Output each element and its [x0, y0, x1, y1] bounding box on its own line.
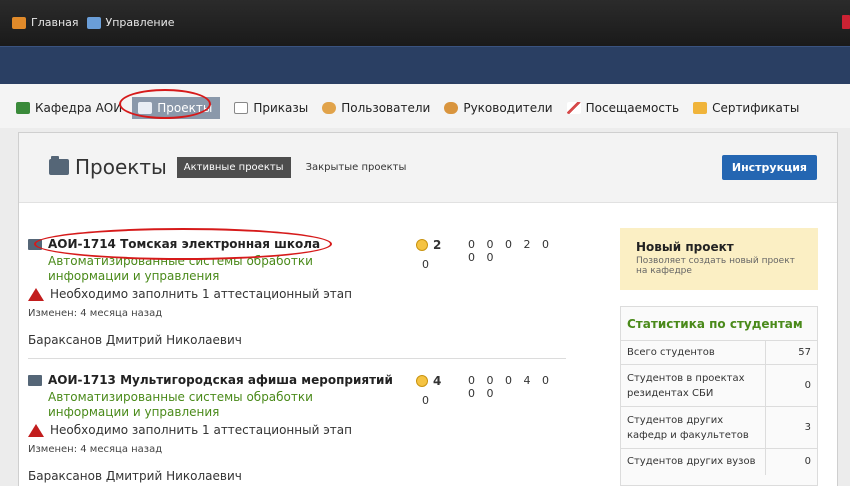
project-counters: 0 0 0 4 0 0 0	[468, 374, 553, 400]
project-warning: Необходимо заполнить 1 аттестационный эт…	[50, 423, 352, 437]
student-stats: Статистика по студентам Всего студентов …	[620, 306, 818, 486]
home-icon	[12, 16, 26, 29]
settings-icon	[86, 16, 101, 29]
logout-icon[interactable]	[842, 15, 850, 29]
menu-item-projects[interactable]: Проекты	[132, 97, 221, 119]
stat-value: 57	[764, 340, 817, 365]
folder-icon	[28, 374, 42, 386]
table-row: Всего студентов 57	[621, 340, 817, 365]
project-title[interactable]: АОИ-1714 Томская электронная школа	[48, 237, 320, 251]
menu-label: Пользователи	[341, 101, 431, 115]
table-row: Студентов других вузов 0	[621, 448, 817, 475]
project-changed: Изменен: 4 месяца назад	[28, 308, 163, 319]
stat-label: Всего студентов	[621, 340, 765, 365]
instruction-button[interactable]: Инструкция	[721, 155, 817, 180]
menu-label: Сертификаты	[712, 101, 800, 115]
stats-table: Всего студентов 57 Студентов в проектах …	[621, 340, 817, 475]
project-category: Автоматизированные системы обработки инф…	[48, 254, 313, 283]
warning-icon	[28, 423, 44, 437]
department-icon	[16, 102, 30, 114]
attendance-chart-icon	[566, 102, 581, 114]
smiley-icon	[416, 239, 428, 251]
nav-management-label: Управление	[105, 16, 175, 29]
top-nav: Главная Управление	[12, 16, 183, 29]
tab-active-projects[interactable]: Активные проекты	[176, 156, 291, 178]
folder-icon	[49, 156, 69, 175]
top-navigation-bar: Главная Управление	[0, 0, 850, 46]
warning-icon	[28, 287, 44, 301]
project-changed: Изменен: 4 месяца назад	[28, 444, 163, 455]
menu-item-supervisors[interactable]: Руководители	[444, 97, 553, 119]
smile-count: 4	[433, 374, 442, 388]
project-warning: Необходимо заполнить 1 аттестационный эт…	[50, 287, 352, 301]
stat-label: Студентов других вузов	[621, 448, 765, 475]
certificate-icon	[693, 102, 708, 114]
project-title[interactable]: АОИ-1713 Мультигородская афиша мероприят…	[48, 373, 393, 387]
participants-count: 2	[416, 238, 441, 252]
menu-item-orders[interactable]: Приказы	[234, 97, 308, 119]
project-item: АОИ-1714 Томская электронная школа Автом…	[28, 236, 558, 347]
stat-value: 0	[764, 364, 817, 407]
menu-label: Проекты	[157, 101, 213, 115]
stat-label: Студентов в проектах резидентах СБИ	[621, 364, 765, 407]
menu-item-department[interactable]: Кафедра АОИ	[16, 97, 122, 119]
table-row: Студентов других кафедр и факультетов 3	[621, 406, 817, 449]
nav-home-label: Главная	[31, 16, 79, 29]
table-row: Студентов в проектах резидентах СБИ 0	[621, 364, 817, 407]
smile-count: 2	[433, 238, 442, 252]
menu-item-certificates[interactable]: Сертификаты	[693, 97, 799, 119]
new-project-description: Позволяет создать новый проект на кафедр…	[636, 256, 795, 276]
nav-home[interactable]: Главная	[12, 16, 79, 29]
smiley-icon	[416, 375, 428, 387]
tab-closed-projects[interactable]: Закрытые проекты	[299, 157, 414, 178]
stat-value: 0	[764, 448, 817, 475]
stat-value: 3	[764, 406, 817, 449]
document-icon	[234, 102, 249, 114]
project-author[interactable]: Бараксанов Дмитрий Николаевич	[28, 469, 558, 483]
panel-header: Проекты Активные проекты Закрытые проект…	[19, 133, 837, 203]
menu-item-attendance[interactable]: Посещаемость	[566, 97, 680, 119]
menu-label: Посещаемость	[585, 101, 680, 115]
secondary-count: 0	[422, 394, 429, 407]
menu-label: Руководители	[463, 101, 553, 115]
stats-title: Статистика по студентам	[627, 317, 803, 331]
menu-label: Приказы	[253, 101, 309, 115]
supervisors-icon	[444, 102, 459, 114]
stat-label: Студентов других кафедр и факультетов	[621, 406, 765, 449]
new-project-title: Новый проект	[636, 240, 734, 254]
project-divider	[28, 358, 566, 359]
project-author[interactable]: Бараксанов Дмитрий Николаевич	[28, 333, 558, 347]
menu-label: Кафедра АОИ	[35, 101, 123, 115]
project-category: Автоматизированные системы обработки инф…	[48, 390, 313, 419]
new-project-button[interactable]: Новый проект Позволяет создать новый про…	[620, 228, 818, 290]
menu-item-users[interactable]: Пользователи	[322, 97, 430, 119]
project-counters: 0 0 0 2 0 0 0	[468, 238, 553, 264]
main-menu: Кафедра АОИ Проекты Приказы Пользователи…	[0, 84, 850, 128]
participants-count: 4	[416, 374, 441, 388]
project-item: АОИ-1713 Мультигородская афиша мероприят…	[28, 372, 558, 483]
nav-management[interactable]: Управление	[86, 16, 175, 29]
header-band	[0, 46, 850, 84]
secondary-count: 0	[422, 258, 429, 271]
users-icon	[322, 102, 337, 114]
folder-icon	[138, 102, 153, 114]
folder-icon	[28, 238, 42, 250]
page-title: Проекты	[75, 155, 167, 179]
